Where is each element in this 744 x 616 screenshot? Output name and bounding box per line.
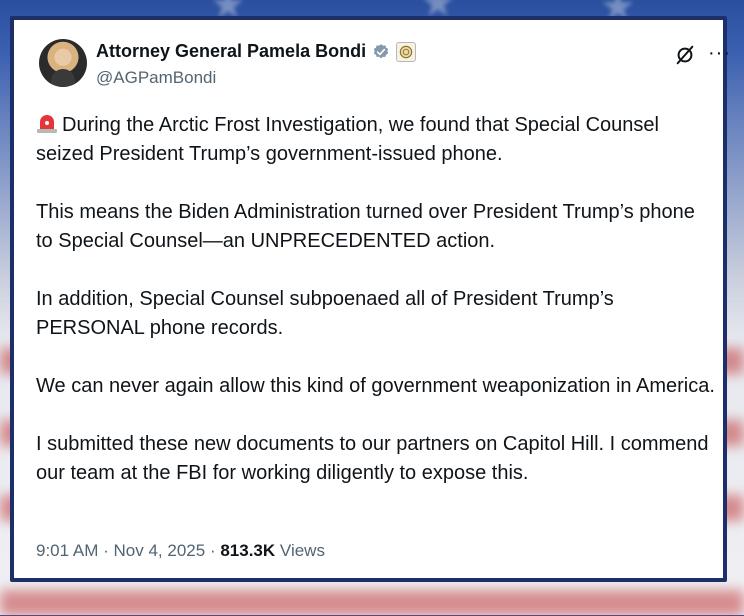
author-handle[interactable]: @AGPamBondi	[96, 68, 216, 88]
post-time[interactable]: 9:01 AM	[36, 541, 98, 560]
post-paragraph: I submitted these new documents to our p…	[36, 433, 709, 484]
author-display-name[interactable]: Attorney General Pamela Bondi	[96, 41, 366, 62]
police-siren-icon	[37, 115, 57, 133]
more-options-icon[interactable]: ···	[708, 42, 731, 65]
meta-separator: ·	[209, 541, 216, 560]
post-paragraph: During the Arctic Frost Investigation, w…	[36, 111, 716, 169]
views-count[interactable]: 813.3K	[220, 541, 275, 560]
post-paragraph: We can never again allow this kind of go…	[36, 375, 715, 397]
post-paragraph: This means the Biden Administration turn…	[36, 201, 695, 252]
grok-icon[interactable]	[674, 44, 696, 66]
government-seal-icon[interactable]	[396, 41, 417, 62]
post-card[interactable]: Attorney General Pamela Bondi @AGPamBond…	[10, 16, 730, 582]
post-meta: 9:01 AM · Nov 4, 2025 · 813.3K Views	[36, 541, 325, 561]
author-row: Attorney General Pamela Bondi	[96, 41, 417, 62]
post-paragraph-text: During the Arctic Frost Investigation, w…	[36, 114, 659, 165]
views-label[interactable]: Views	[280, 541, 325, 560]
post-date[interactable]: Nov 4, 2025	[114, 541, 206, 560]
background-stripe	[0, 590, 744, 616]
verified-badge-icon[interactable]	[372, 43, 390, 61]
post-body: During the Arctic Frost Investigation, w…	[36, 111, 716, 517]
meta-separator: ·	[103, 541, 109, 560]
post-paragraph: In addition, Special Counsel subpoenaed …	[36, 288, 614, 339]
avatar[interactable]	[39, 39, 87, 87]
